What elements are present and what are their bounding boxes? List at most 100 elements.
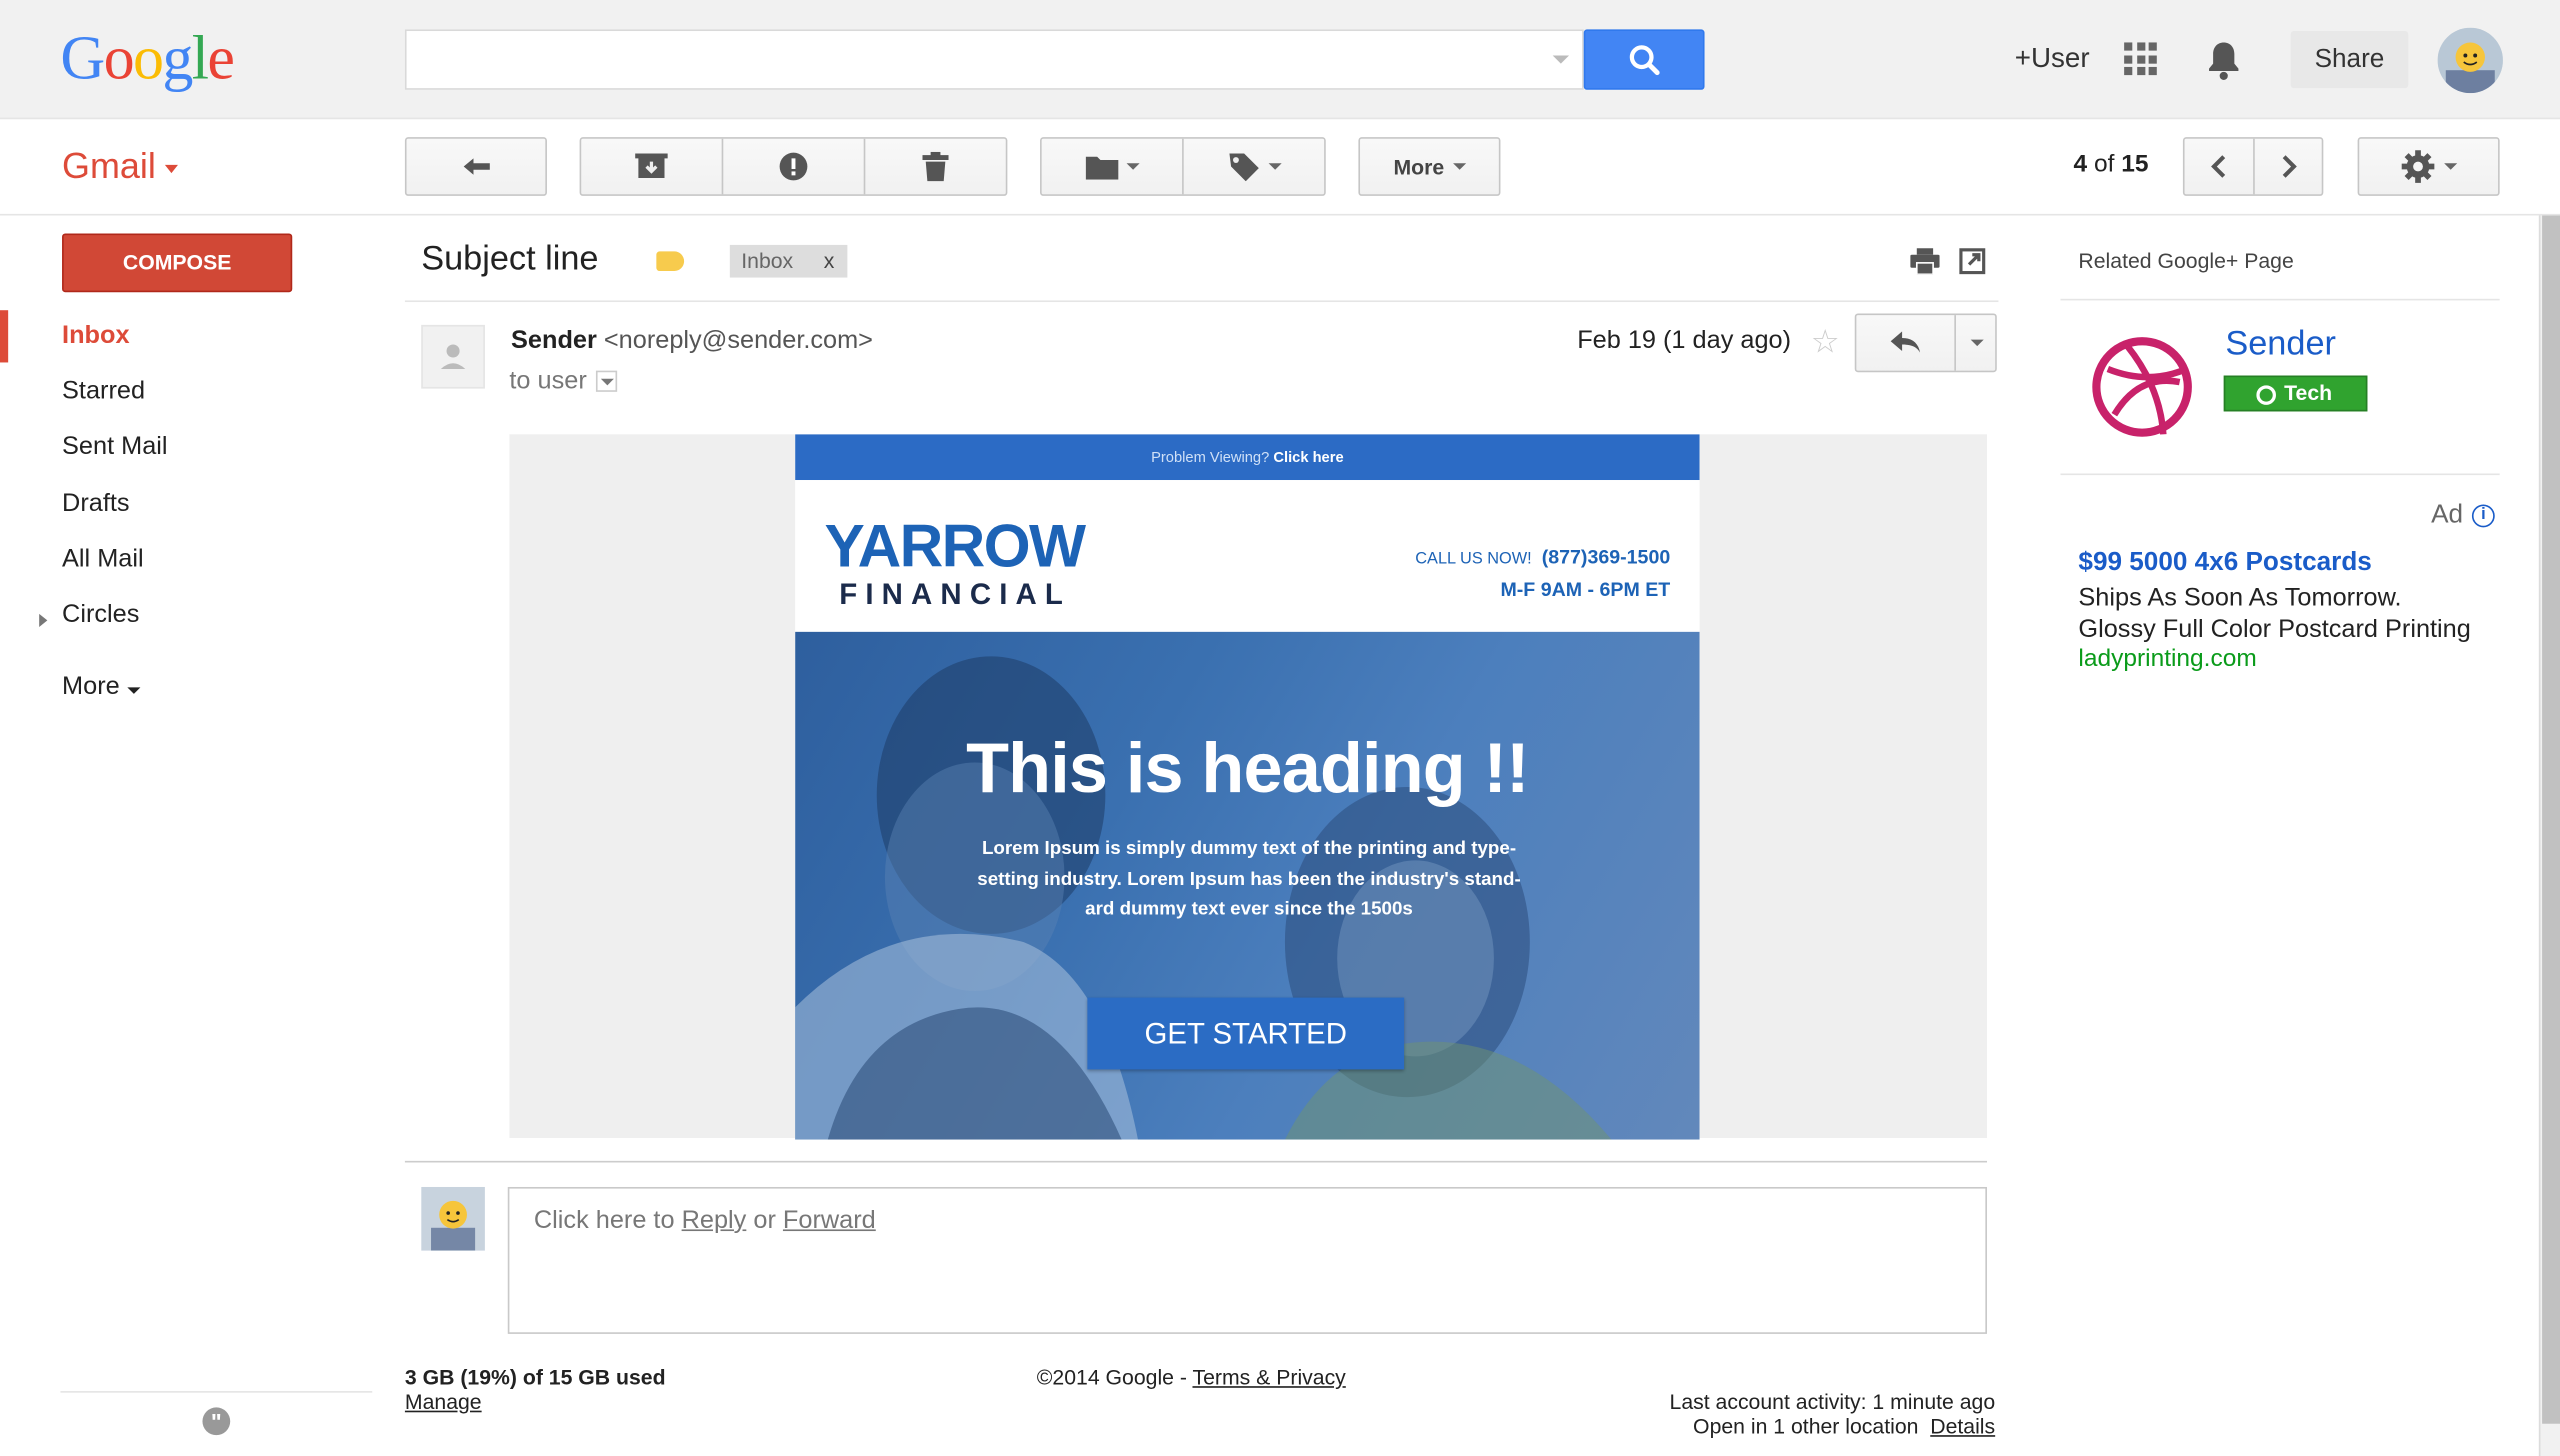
user-avatar [421, 1186, 485, 1251]
back-button[interactable] [404, 137, 547, 196]
divider [60, 1391, 373, 1393]
sidebar-item-sent-mail[interactable]: Sent Mail [0, 425, 372, 471]
archive-icon [635, 153, 668, 178]
compose-button[interactable]: COMPOSE [62, 233, 293, 293]
importance-marker-icon[interactable] [656, 251, 685, 272]
reply-prompt: Click here to [533, 1206, 675, 1235]
delete-button[interactable] [865, 137, 1005, 196]
move-to-button[interactable] [1042, 137, 1182, 196]
sidebar-item-starred[interactable]: Starred [0, 369, 372, 415]
pager-current: 4 [2073, 150, 2088, 178]
forward-link[interactable]: Forward [783, 1207, 876, 1235]
search-dropdown-icon[interactable] [1552, 55, 1570, 64]
sidebar-item-drafts[interactable]: Drafts [0, 482, 372, 528]
newer-button[interactable] [2185, 137, 2254, 196]
manage-storage-link[interactable]: Manage [405, 1389, 482, 1413]
sidebar-item-all-mail[interactable]: All Mail [0, 537, 372, 583]
gmail-menu[interactable]: Gmail [62, 145, 179, 187]
dribbble-logo-icon[interactable] [2091, 336, 2192, 437]
chevron-left-icon [2211, 155, 2226, 178]
account-avatar[interactable] [2437, 27, 2503, 94]
open-in-text: Open in 1 other location [1693, 1413, 1919, 1439]
hangouts-icon[interactable]: " [202, 1407, 231, 1436]
click-here-link[interactable]: Click here [1273, 449, 1343, 465]
pager-total: 15 [2121, 150, 2149, 178]
back-arrow-icon [462, 158, 489, 175]
inbox-label-text: Inbox [741, 248, 794, 273]
report-spam-button[interactable] [723, 137, 863, 196]
business-hours: M-F 9AM - 6PM ET [1500, 577, 1671, 601]
sidebar-item-circles[interactable]: Circles [0, 593, 372, 639]
sidebar-more[interactable]: More [0, 665, 372, 711]
related-page-name[interactable]: Sender [2225, 325, 2336, 364]
sidebar-more-label: More [62, 672, 120, 701]
labels-button[interactable] [1184, 137, 1324, 196]
chevron-right-icon [2282, 155, 2297, 178]
problem-viewing-text: Problem Viewing? [1151, 448, 1270, 466]
notifications-bell-icon[interactable] [2204, 39, 2243, 90]
trash-icon [922, 151, 949, 182]
other-location-line: Open in 1 other location Details [1670, 1413, 1995, 1439]
star-icon[interactable]: ☆ [1811, 322, 1840, 363]
settings-button[interactable] [2357, 137, 2500, 196]
email-brand-header: YARROW FINANCIAL CALL US NOW! (877)369-1… [795, 480, 1700, 632]
get-started-button[interactable]: GET STARTED [1087, 997, 1405, 1070]
archive-button[interactable] [581, 137, 721, 196]
ad-text-line-2: Glossy Full Color Postcard Printing [2078, 615, 2471, 644]
call-us-label: CALL US NOW! [1415, 550, 1532, 569]
scrollbar-thumb[interactable] [2542, 215, 2560, 1424]
show-details-icon[interactable] [596, 371, 618, 393]
message-subject: Subject line [421, 240, 599, 278]
more-button[interactable]: More [1358, 137, 1501, 196]
share-button[interactable]: Share [2290, 31, 2409, 89]
account-activity: Last account activity: 1 minute ago Open… [1670, 1389, 1996, 1438]
search-input[interactable] [404, 29, 1584, 90]
new-window-icon[interactable] [1959, 248, 1986, 282]
chevron-down-icon [127, 687, 141, 694]
sidebar-item-inbox[interactable]: Inbox [0, 313, 372, 359]
divider [404, 1160, 1987, 1163]
sender-name[interactable]: Sender [511, 327, 597, 355]
expand-arrow-icon[interactable] [39, 613, 48, 627]
reply-arrow-icon [1890, 331, 1921, 353]
ad-info-icon[interactable]: i [2471, 504, 2495, 528]
related-page-tag[interactable]: Tech [2223, 375, 2368, 412]
gear-icon [2401, 150, 2435, 183]
contact-line: CALL US NOW! (877)369-1500 [1415, 542, 1670, 575]
hero-heading: This is heading !! [966, 729, 1529, 809]
chevron-down-icon [2444, 163, 2458, 170]
older-button[interactable] [2255, 137, 2324, 196]
divider [2060, 473, 2500, 476]
quick-reply-box[interactable]: Click here to Reply or Forward [507, 1186, 1987, 1334]
sender-email: <noreply@sender.com> [603, 326, 873, 355]
phone-number[interactable]: (877)369-1500 [1542, 545, 1671, 568]
chevron-down-icon [1969, 339, 1983, 347]
reply-options-button[interactable] [1956, 315, 1997, 371]
chevron-down-icon [165, 164, 179, 173]
search-button[interactable] [1583, 29, 1705, 90]
storage-usage: 3 GB (19%) of 15 GB used [404, 1364, 666, 1390]
gmail-label: Gmail [62, 145, 156, 187]
remove-label-button[interactable]: x [824, 245, 835, 278]
reply-link[interactable]: Reply [682, 1207, 747, 1235]
email-problem-viewing-bar: Problem Viewing? Click here [795, 434, 1700, 481]
ad-title-link[interactable]: $99 5000 4x6 Postcards [2078, 549, 2371, 578]
label-tag-icon [1228, 153, 1258, 182]
pager-of: of [2093, 150, 2115, 178]
ad-url-link[interactable]: ladyprinting.com [2078, 645, 2256, 673]
google-logo[interactable]: Google [60, 23, 235, 95]
reply-button-group [1854, 313, 1997, 373]
ad-label: Ad [2431, 501, 2464, 529]
plus-user-link[interactable]: +User [2015, 42, 2090, 75]
copyright: ©2014 Google - Terms & Privacy [1037, 1365, 1346, 1389]
terms-privacy-link[interactable]: Terms & Privacy [1192, 1365, 1345, 1389]
print-icon[interactable] [1910, 248, 1940, 282]
more-label: More [1393, 154, 1445, 179]
chevron-down-icon [1267, 163, 1281, 170]
scrollbar[interactable] [2538, 215, 2560, 1456]
apps-grid-icon[interactable] [2124, 42, 2157, 76]
chevron-down-icon [1125, 163, 1139, 170]
reply-button[interactable] [1856, 315, 1954, 371]
details-link[interactable]: Details [1930, 1414, 1995, 1438]
yarrow-logo-top: YARROW [824, 512, 1086, 580]
